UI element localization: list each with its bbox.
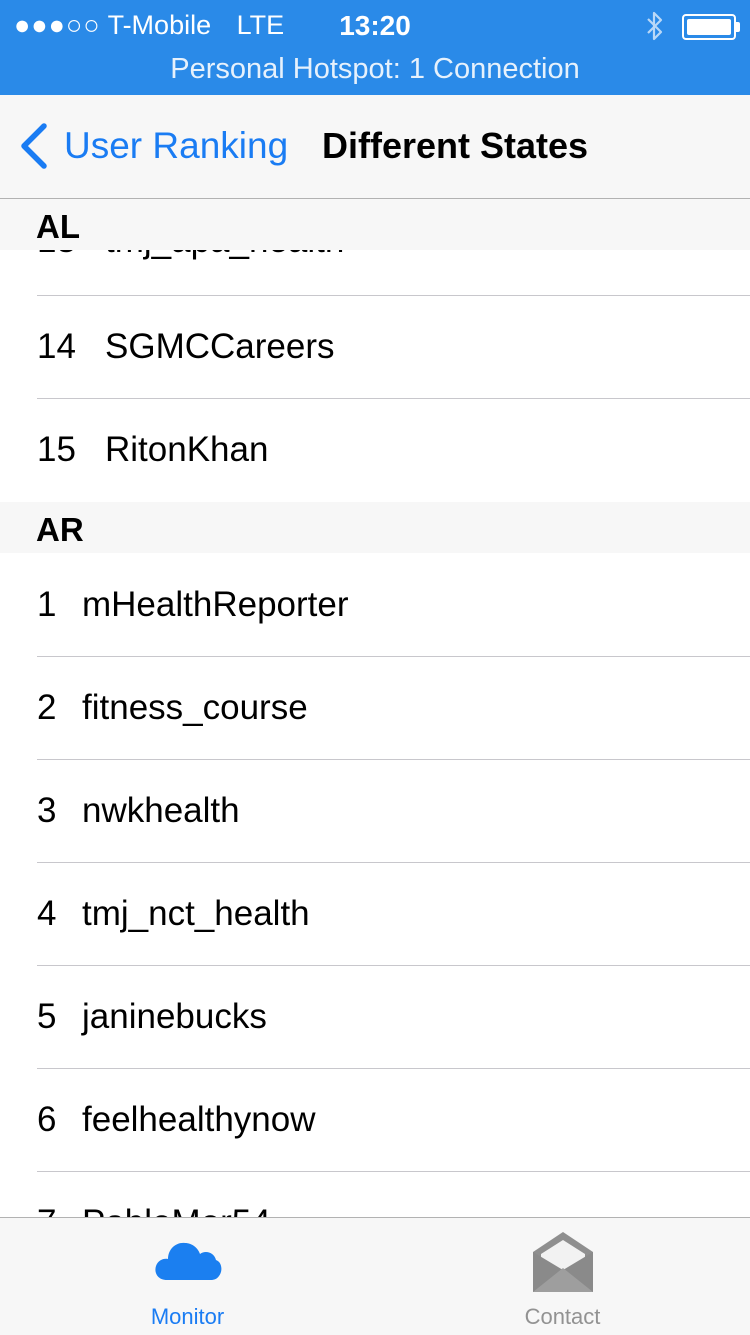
envelope-icon (530, 1230, 596, 1301)
chevron-left-icon (21, 123, 47, 169)
rank-number: 14 (37, 327, 76, 366)
username: PabloMor54 (82, 1203, 271, 1217)
tab-monitor-label: Monitor (150, 1304, 225, 1329)
list-item[interactable]: 1 mHealthReporter (0, 554, 750, 657)
list-item[interactable]: 3 nwkhealth (0, 760, 750, 863)
rank-number: 6 (37, 1100, 57, 1139)
back-button[interactable]: User Ranking (18, 121, 288, 171)
username: RitonKhan (105, 430, 269, 469)
status-bar: ●●●○○ T-Mobile LTE 13:20 Personal Hotspo… (0, 0, 750, 95)
section-header: AL (0, 199, 750, 250)
ranking-list[interactable]: 13 tmj_apa_health AL 14 SGMCCareers 15 R… (0, 199, 750, 1217)
rank-number: 3 (37, 791, 57, 830)
username: janinebucks (82, 997, 267, 1036)
back-button-label: User Ranking (64, 125, 289, 166)
list-item[interactable]: 7 PabloMor54 (0, 1172, 750, 1217)
username: nwkhealth (82, 791, 240, 830)
section-header-label: AR (36, 511, 84, 548)
list-item[interactable]: 6 feelhealthynow (0, 1069, 750, 1172)
username: fitness_course (82, 688, 308, 727)
battery-full-icon (682, 14, 740, 40)
rank-number: 1 (37, 585, 57, 624)
username: SGMCCareers (105, 327, 335, 366)
list-item[interactable]: 14 SGMCCareers (0, 296, 750, 399)
tab-monitor[interactable]: Monitor (0, 1218, 375, 1335)
rank-number: 4 (37, 894, 57, 933)
section-header-label: AL (36, 208, 80, 245)
tab-bar: Monitor Contact (0, 1217, 750, 1335)
list-item[interactable]: 2 fitness_course (0, 657, 750, 760)
list-item[interactable]: 4 tmj_nct_health (0, 863, 750, 966)
clock: 13:20 (339, 10, 411, 41)
rank-number: 7 (37, 1203, 56, 1217)
username: mHealthReporter (82, 585, 349, 624)
cloud-icon (153, 1230, 223, 1291)
list-item[interactable]: 5 janinebucks (0, 966, 750, 1069)
page-title: Different States (322, 125, 589, 166)
section-header: AR (0, 502, 750, 553)
list-item[interactable]: 15 RitonKhan (0, 399, 750, 502)
username: feelhealthynow (82, 1100, 316, 1139)
tab-contact-label: Contact (524, 1304, 601, 1329)
tab-contact[interactable]: Contact (375, 1218, 750, 1335)
rank-number: 15 (37, 430, 76, 469)
username: tmj_nct_health (82, 894, 310, 933)
rank-number: 5 (37, 997, 57, 1036)
navigation-bar: User Ranking Different States (0, 95, 750, 199)
bluetooth-icon (644, 10, 666, 42)
rank-number: 2 (37, 688, 57, 727)
hotspot-banner[interactable]: Personal Hotspot: 1 Connection (0, 53, 750, 86)
